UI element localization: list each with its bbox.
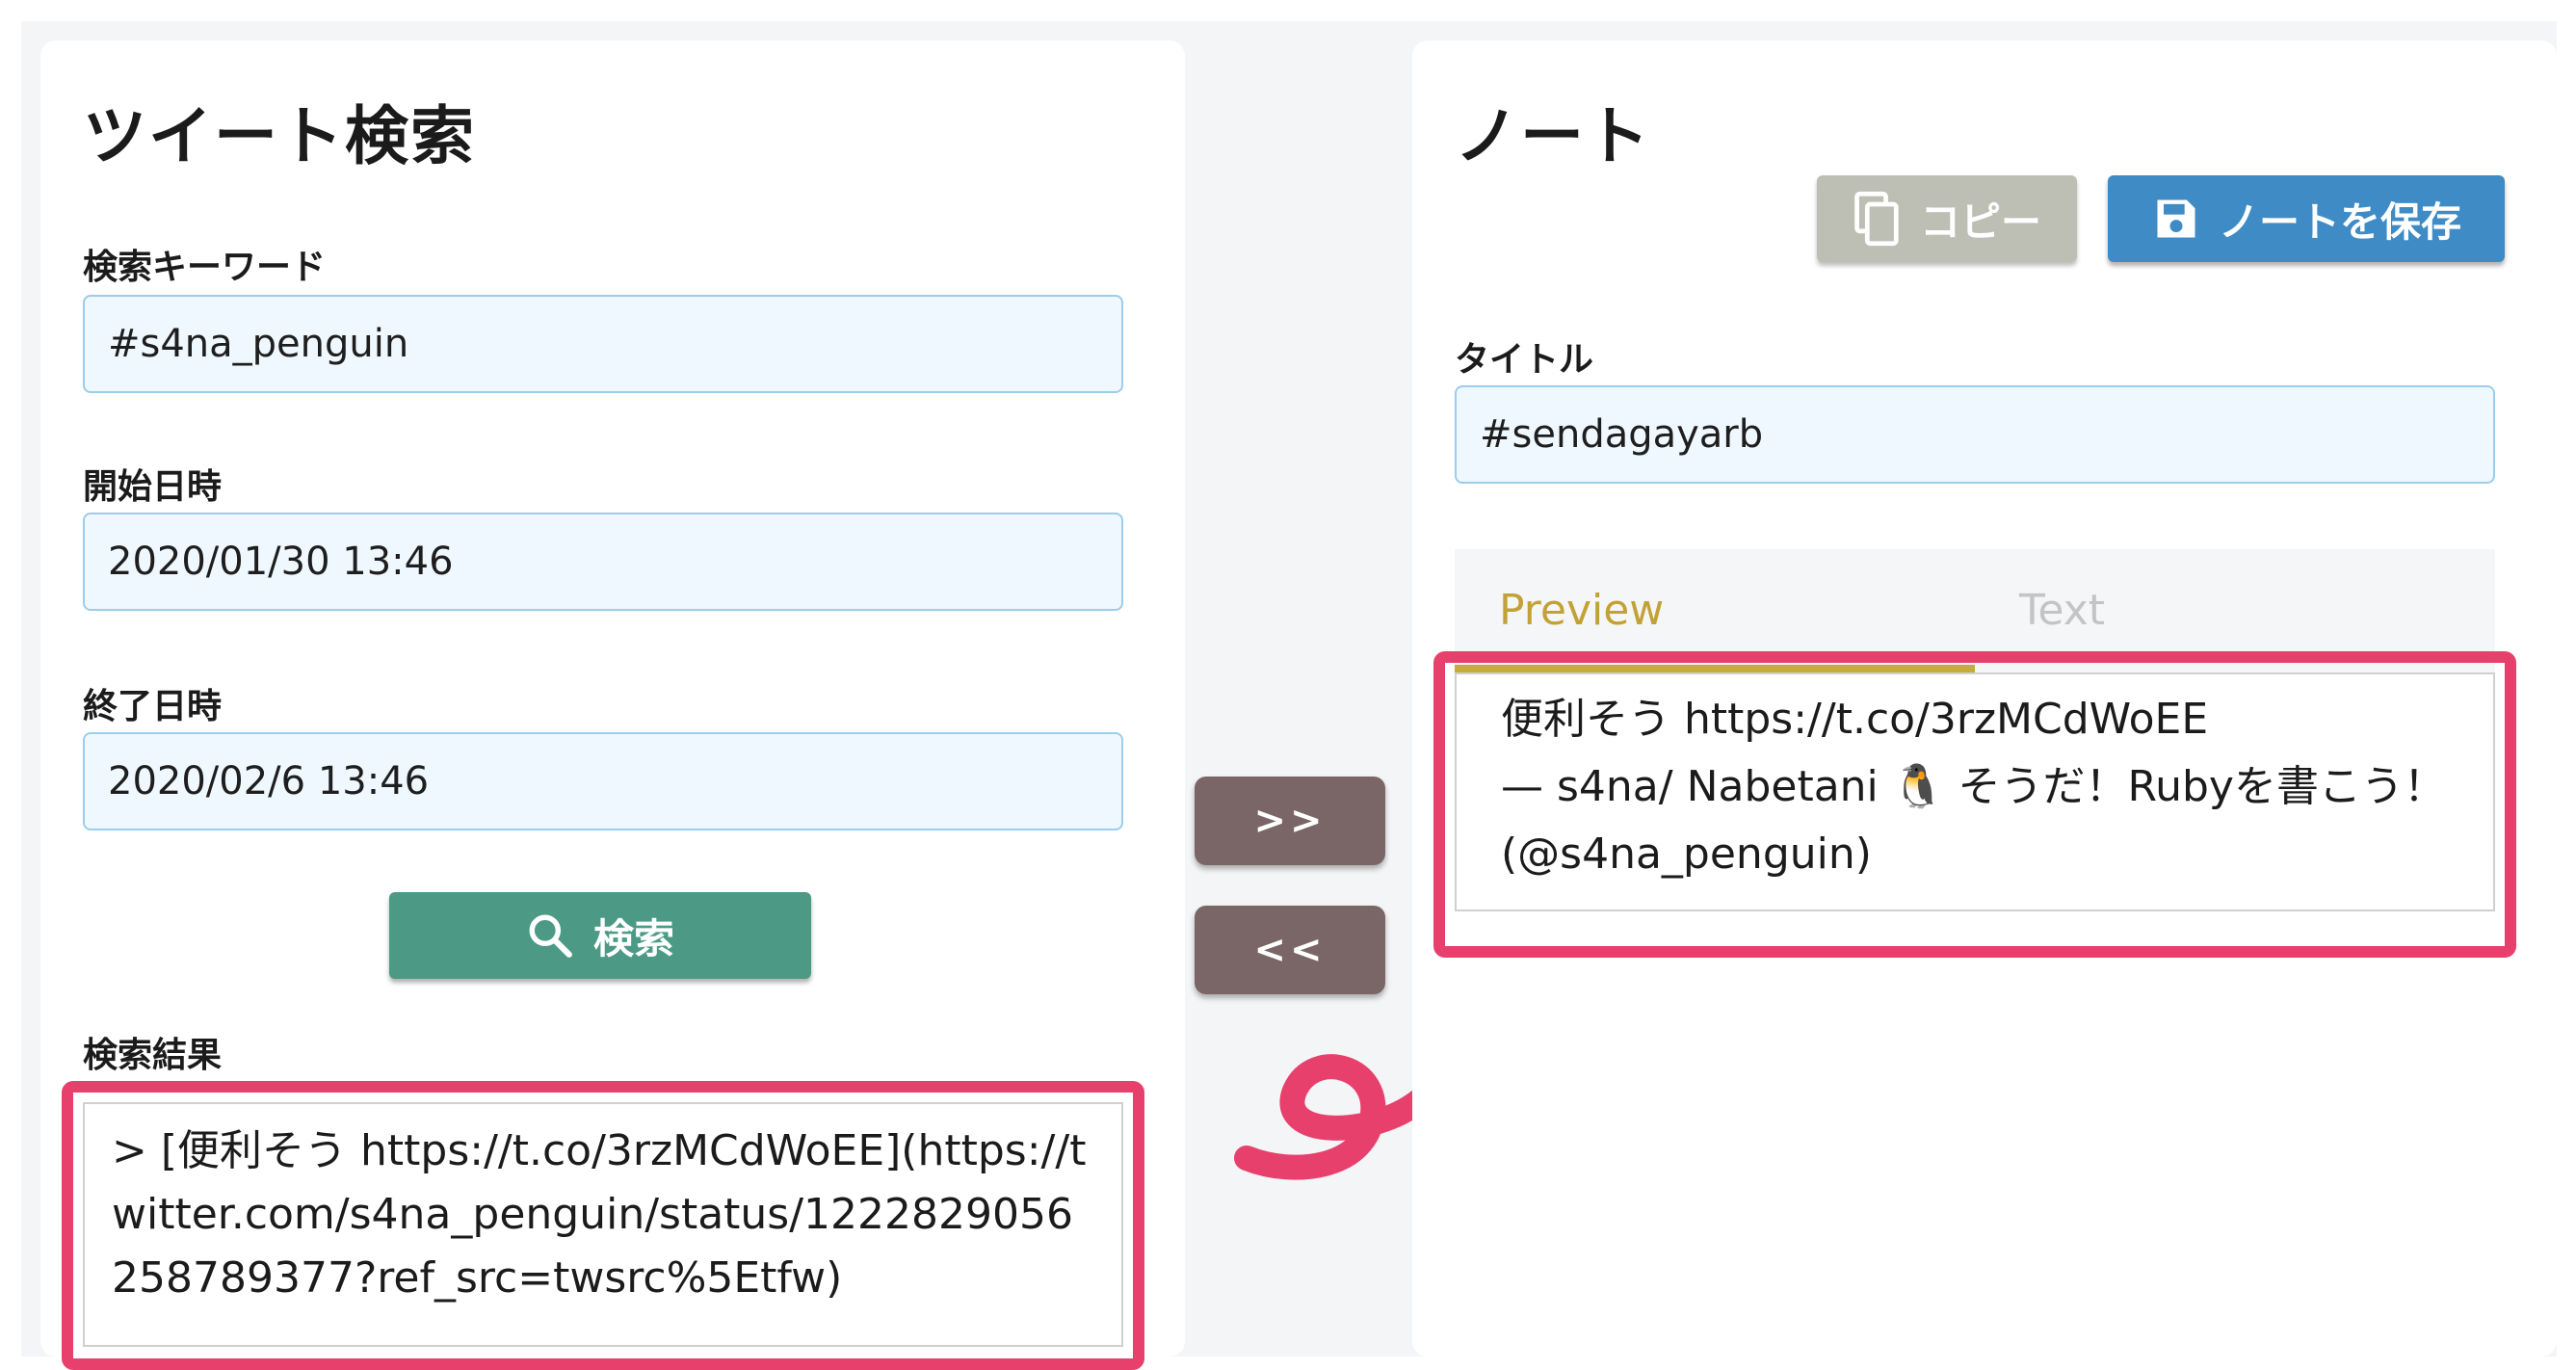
start-datetime-input[interactable]: 2020/01/30 13:46 [83, 513, 1123, 611]
note-tabs: Preview Text [1455, 549, 2495, 672]
end-datetime-input[interactable]: 2020/02/6 13:46 [83, 732, 1123, 830]
search-icon [529, 914, 572, 958]
note-panel: ノート コピー ノートを保存 タイトル #sendagayarb Preview… [1412, 40, 2557, 1357]
note-preview: 便利そう https://t.co/3rzMCdWoEE — s4na/ Nab… [1455, 672, 2495, 911]
keyword-input[interactable]: #s4na_penguin [83, 295, 1123, 393]
active-tab-indicator [1455, 665, 1975, 672]
search-button-label: 検索 [592, 914, 674, 962]
send-to-search-button[interactable]: << [1195, 906, 1385, 994]
app-background: ツイート検索 検索キーワード #s4na_penguin 開始日時 2020/0… [21, 21, 2557, 1370]
search-results-box[interactable]: > [便利そう https://t.co/3rzMCdWoEE](https:/… [83, 1102, 1123, 1347]
search-results-label: 検索結果 [83, 1036, 223, 1075]
save-button-label: ノートを保存 [2218, 198, 2461, 246]
note-title-label: タイトル [1455, 340, 1594, 380]
send-to-note-button[interactable]: >> [1195, 777, 1385, 865]
search-button[interactable]: 検索 [389, 892, 811, 979]
keyword-label: 検索キーワード [83, 248, 327, 287]
note-title-input[interactable]: #sendagayarb [1455, 385, 2495, 484]
save-icon [2157, 199, 2195, 238]
preview-line: (@s4na_penguin) [1501, 830, 1872, 879]
start-datetime-label: 開始日時 [83, 467, 223, 507]
preview-line[interactable]: 便利そう https://t.co/3rzMCdWoEE [1501, 686, 2449, 753]
end-datetime-label: 終了日時 [83, 687, 223, 726]
copy-button-label: コピー [1919, 198, 2041, 246]
tab-preview[interactable]: Preview [1455, 549, 1975, 672]
note-panel-title: ノート [1455, 99, 1651, 173]
tweet-search-panel: ツイート検索 検索キーワード #s4na_penguin 開始日時 2020/0… [40, 40, 1185, 1370]
copy-icon [1854, 191, 1899, 247]
save-note-button[interactable]: ノートを保存 [2108, 175, 2505, 262]
preview-line[interactable]: — s4na/ Nabetani 🐧 そうだ！Rubyを書こう！ [1501, 753, 2449, 821]
copy-button[interactable]: コピー [1817, 175, 2077, 262]
tab-text[interactable]: Text [1975, 549, 2495, 672]
search-panel-title: ツイート検索 [83, 99, 476, 173]
